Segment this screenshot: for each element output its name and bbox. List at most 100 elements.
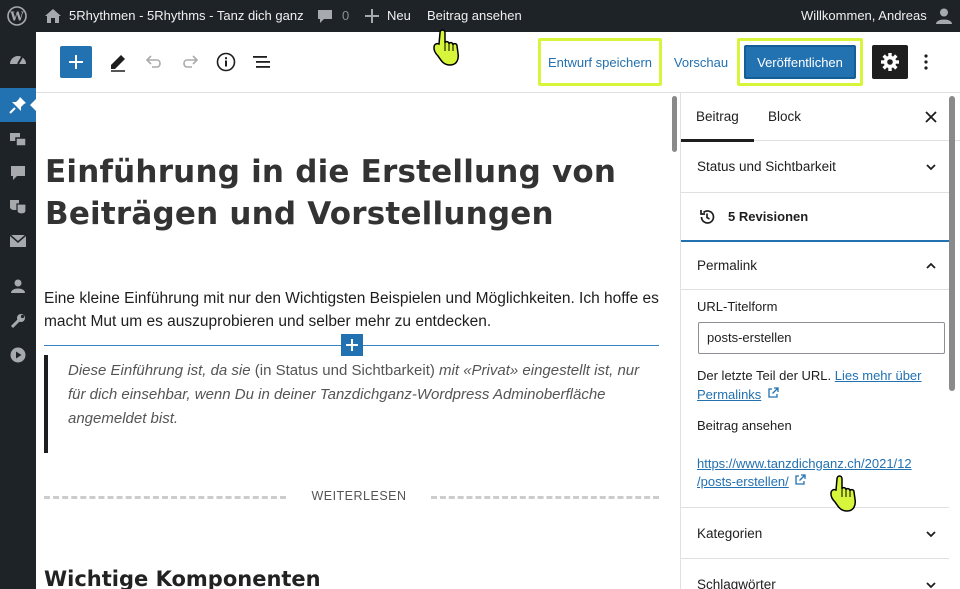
section-heading[interactable]: Wichtige Komponenten bbox=[44, 567, 321, 589]
publish-button[interactable]: Veröffentlichen bbox=[744, 45, 856, 79]
wordpress-logo-icon[interactable]: W bbox=[7, 0, 27, 32]
more-vertical-icon bbox=[924, 54, 928, 70]
panel-permalink[interactable]: Permalink bbox=[681, 240, 949, 290]
redo-icon bbox=[183, 55, 199, 68]
tags-label: Schlagwörter bbox=[697, 577, 776, 589]
chevron-down-icon bbox=[926, 531, 936, 538]
redo-button[interactable] bbox=[176, 46, 204, 78]
home-icon bbox=[45, 9, 61, 23]
undo-icon bbox=[145, 55, 161, 68]
preview-button[interactable]: Vorschau bbox=[670, 46, 732, 78]
sidebar-scrollbar[interactable] bbox=[949, 96, 955, 391]
panel-categories[interactable]: Kategorien bbox=[681, 507, 949, 559]
hand-pointer-icon bbox=[830, 475, 856, 512]
comments-count: 0 bbox=[342, 8, 350, 23]
tools-wrench-icon[interactable] bbox=[0, 304, 36, 338]
settings-sidebar: Beitrag Block Status und Sichtbarkeit 5 … bbox=[680, 93, 960, 589]
status-visibility-label: Status und Sichtbarkeit bbox=[697, 159, 836, 174]
post-title[interactable]: Einführung in die Erstellung von Beiträg… bbox=[45, 151, 645, 235]
settings-button[interactable] bbox=[872, 45, 908, 79]
permalinks-link[interactable]: Permalinks bbox=[697, 387, 761, 402]
editor-canvas: Einführung in die Erstellung von Beiträg… bbox=[36, 93, 666, 589]
hand-pointer-icon bbox=[433, 29, 459, 66]
chevron-down-icon bbox=[926, 164, 936, 171]
posts-pin-icon[interactable] bbox=[0, 88, 37, 122]
admin-side-menu bbox=[0, 32, 37, 589]
tab-block[interactable]: Block bbox=[768, 93, 801, 141]
panel-tags[interactable]: Schlagwörter bbox=[681, 559, 949, 589]
post-title-line-2: Beiträgen und Vorstellungen bbox=[45, 196, 554, 232]
more-divider-left bbox=[44, 496, 286, 499]
users-icon[interactable] bbox=[0, 269, 36, 303]
categories-label: Kategorien bbox=[697, 526, 763, 541]
pencil-icon bbox=[111, 55, 125, 72]
welcome-text: Willkommen, Andreas bbox=[801, 8, 927, 23]
permalink-label: Permalink bbox=[697, 258, 758, 273]
intro-paragraph[interactable]: Eine kleine Einführung mit nur den Wicht… bbox=[44, 287, 664, 333]
save-draft-button[interactable]: Entwurf speichern bbox=[543, 46, 657, 78]
dashboard-icon[interactable] bbox=[0, 43, 36, 77]
history-icon bbox=[700, 210, 715, 224]
comments-link[interactable]: 0 bbox=[316, 0, 349, 32]
quote-block[interactable]: Diese Einführung ist, da sie (in Status … bbox=[44, 355, 659, 453]
new-content-link[interactable]: Neu bbox=[365, 0, 411, 32]
chevron-down-icon bbox=[926, 582, 936, 589]
external-link-icon bbox=[795, 474, 807, 485]
theater-masks-icon[interactable] bbox=[0, 190, 36, 224]
details-info-button[interactable] bbox=[212, 46, 240, 78]
account-menu[interactable]: Willkommen, Andreas bbox=[801, 0, 953, 32]
external-link-icon bbox=[768, 387, 779, 398]
undo-button[interactable] bbox=[140, 46, 168, 78]
url-help-static: Der letzte Teil der URL. bbox=[697, 368, 832, 383]
revisions-row[interactable]: 5 Revisionen bbox=[681, 193, 949, 240]
media-icon[interactable] bbox=[0, 122, 36, 156]
read-more-block[interactable]: WEITERLESEN bbox=[44, 487, 659, 507]
svg-text:W: W bbox=[9, 10, 24, 24]
tab-post[interactable]: Beitrag bbox=[681, 93, 754, 142]
comments-menu-icon[interactable] bbox=[0, 156, 36, 190]
comment-icon bbox=[318, 10, 332, 23]
new-label: Neu bbox=[387, 8, 411, 23]
more-options-button[interactable] bbox=[916, 46, 936, 78]
gear-icon bbox=[881, 53, 899, 71]
permalinks-link-row: Permalinks bbox=[697, 385, 779, 405]
close-icon bbox=[925, 111, 937, 123]
learn-more-link[interactable]: Lies mehr über bbox=[835, 368, 922, 383]
play-circle-icon[interactable] bbox=[0, 338, 36, 372]
block-inserter-button[interactable] bbox=[60, 46, 92, 78]
plus-icon bbox=[69, 55, 83, 69]
panel-status-visibility[interactable]: Status und Sichtbarkeit bbox=[681, 141, 949, 193]
content-scrollbar[interactable] bbox=[672, 96, 677, 152]
content-scrollbar-track bbox=[670, 93, 680, 589]
editor-header: Entwurf speichern Vorschau Veröffentlich… bbox=[36, 32, 960, 93]
admin-bar: W 5Rhythmen - 5Rhythms - Tanz dich ganz … bbox=[0, 0, 960, 32]
site-name: 5Rhythmen - 5Rhythms - Tanz dich ganz bbox=[69, 8, 304, 23]
post-title-line-1: Einführung in die Erstellung von bbox=[45, 154, 617, 190]
edit-tools-button[interactable] bbox=[104, 46, 132, 78]
close-sidebar-button[interactable] bbox=[923, 109, 939, 125]
info-icon bbox=[216, 52, 236, 72]
list-view-button[interactable] bbox=[248, 46, 276, 78]
url-slug-label: URL-Titelform bbox=[697, 299, 778, 314]
plus-icon bbox=[346, 339, 358, 351]
avatar-icon bbox=[935, 8, 952, 24]
revisions-label: 5 Revisionen bbox=[728, 209, 809, 224]
quote-text-2: (in Status und Sichtbarkeit) bbox=[254, 362, 435, 379]
chevron-up-icon bbox=[926, 262, 936, 269]
post-url-link-1[interactable]: https://www.tanzdichganz.ch/2021/12 bbox=[697, 456, 912, 471]
inline-inserter-button[interactable] bbox=[341, 334, 363, 356]
post-url-line-2: /posts-erstellen/ bbox=[697, 474, 807, 489]
post-url-line-1: https://www.tanzdichganz.ch/2021/12 bbox=[697, 456, 912, 471]
view-post-sidebar-label: Beitrag ansehen bbox=[697, 418, 792, 433]
url-slug-input[interactable]: posts-erstellen bbox=[698, 322, 945, 354]
list-view-icon bbox=[253, 56, 270, 68]
post-url-link-2[interactable]: /posts-erstellen/ bbox=[697, 474, 789, 489]
site-name-link[interactable]: 5Rhythmen - 5Rhythms - Tanz dich ganz bbox=[44, 0, 304, 32]
quote-text-1: Diese Einführung ist, da sie bbox=[68, 362, 255, 379]
url-help-text: Der letzte Teil der URL. Lies mehr über bbox=[697, 366, 922, 386]
more-divider-right bbox=[431, 496, 659, 499]
mail-icon[interactable] bbox=[0, 224, 36, 258]
sidebar-tabs: Beitrag Block bbox=[681, 93, 960, 142]
plus-icon bbox=[365, 9, 379, 23]
read-more-label: WEITERLESEN bbox=[311, 489, 407, 503]
